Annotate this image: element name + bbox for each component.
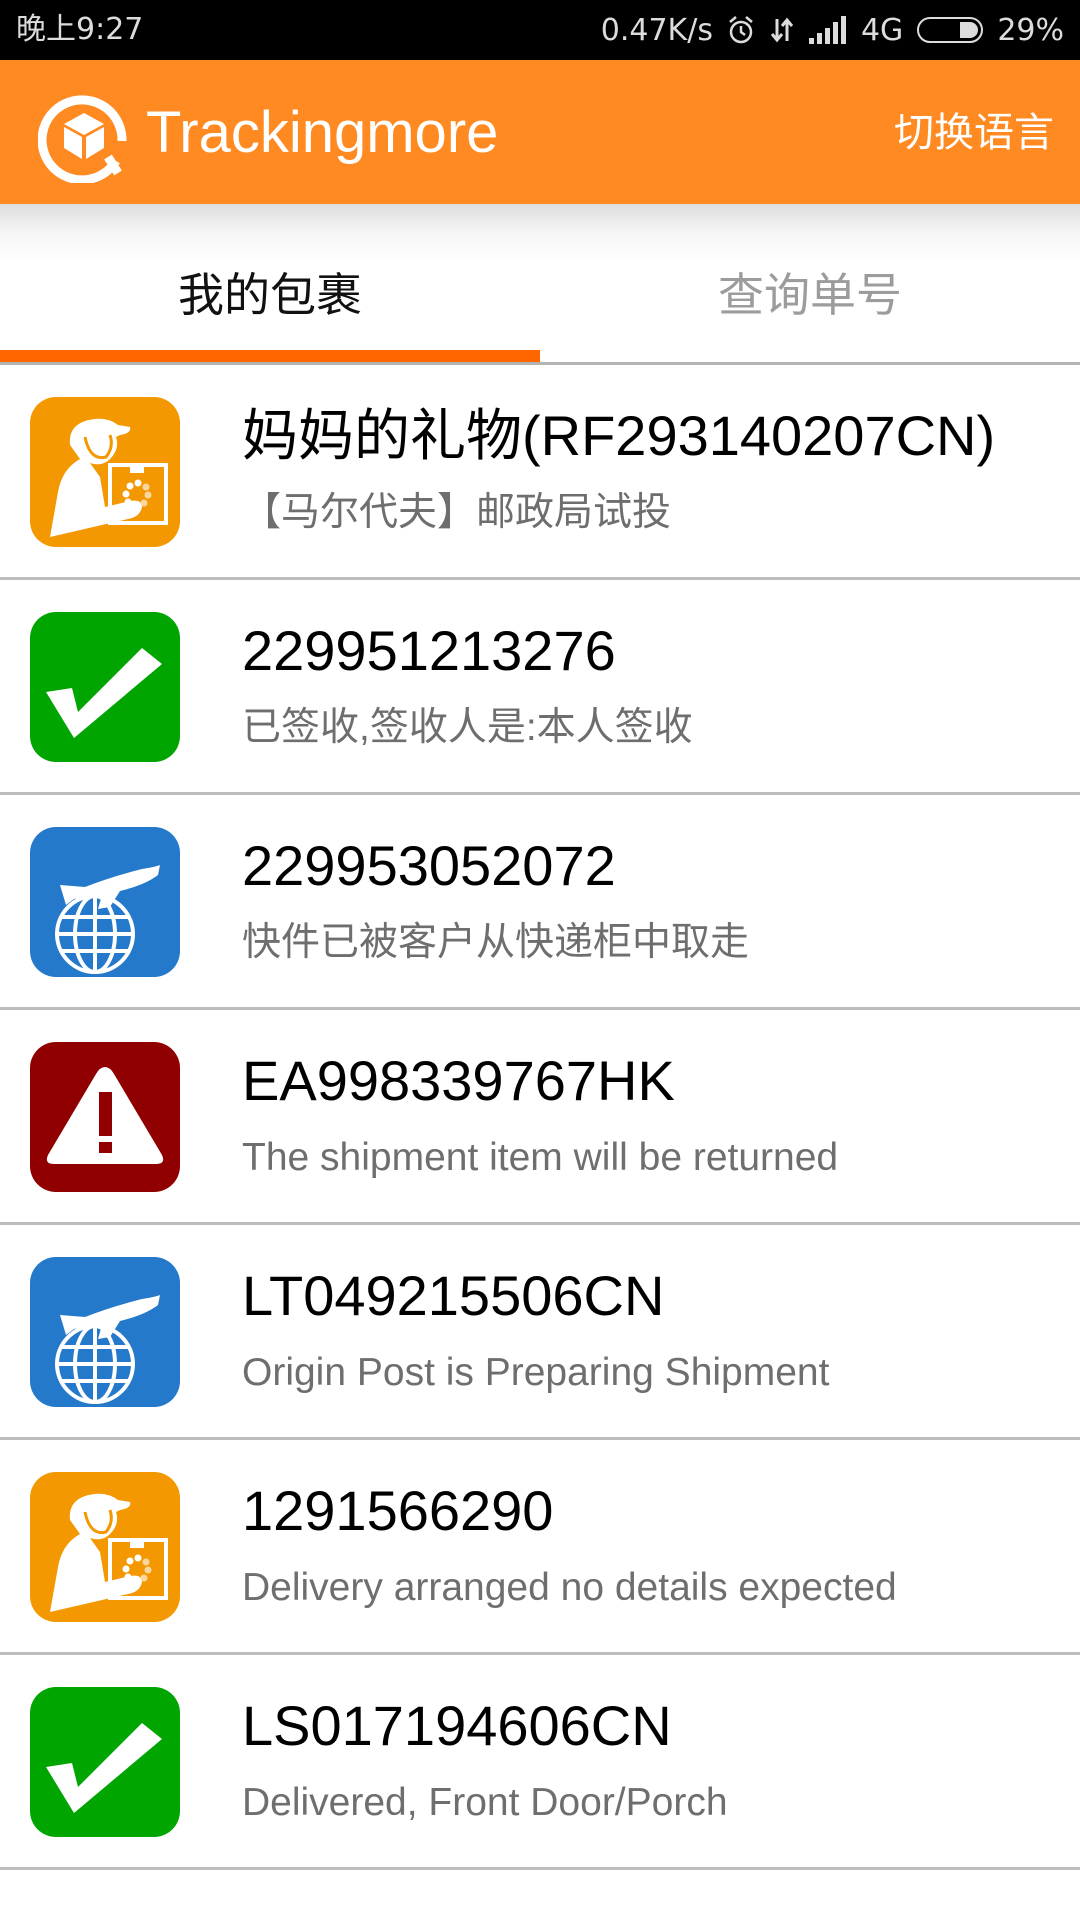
trackingmore-logo-icon <box>38 91 130 183</box>
app-title: Trackingmore <box>146 100 499 165</box>
package-status-text: Delivery arranged no details expected <box>242 1566 897 1609</box>
signal-icon <box>808 16 847 44</box>
package-status-text: Origin Post is Preparing Shipment <box>242 1351 830 1394</box>
status-bar: 晚上9:27 0.47K/s 4G 29% <box>0 0 1080 60</box>
package-title: 229951213276 <box>242 619 616 682</box>
package-title: LT049215506CN <box>242 1264 665 1327</box>
package-list-item[interactable]: LS017194606CN Delivered, Front Door/Porch <box>0 1655 1080 1870</box>
package-status-text: 【马尔代夫】邮政局试投 <box>242 491 672 534</box>
package-list-item[interactable]: 妈妈的礼物(RF293140207CN) 【马尔代夫】邮政局试投 <box>0 365 1080 580</box>
package-list-item[interactable]: 229951213276 已签收,签收人是:本人签收 <box>0 580 1080 795</box>
package-title: LS017194606CN <box>242 1694 672 1757</box>
network-type: 4G <box>860 12 904 48</box>
battery-icon <box>917 17 984 43</box>
battery-percent: 29% <box>997 12 1064 48</box>
data-transfer-icon <box>769 15 795 45</box>
courier-delivery-icon <box>30 397 180 547</box>
package-status-text: The shipment item will be returned <box>242 1136 839 1179</box>
package-list-item[interactable]: 229953052072 快件已被客户从快递柜中取走 <box>0 795 1080 1010</box>
checkmark-icon <box>30 612 180 762</box>
status-icons: 0.47K/s 4G 29% <box>601 10 1064 50</box>
tab-bar: 我的包裹 查询单号 <box>0 204 1080 365</box>
package-list-item[interactable]: 1291566290 Delivery arranged no details e… <box>0 1440 1080 1655</box>
warning-icon <box>30 1042 180 1192</box>
package-list-item[interactable]: LT049215506CN Origin Post is Preparing Sh… <box>0 1225 1080 1440</box>
battery-fill <box>960 22 979 38</box>
net-speed: 0.47K/s <box>600 12 713 48</box>
courier-delivery-icon <box>30 1472 180 1622</box>
package-status-text: 已签收,签收人是:本人签收 <box>242 706 693 749</box>
package-title: 1291566290 <box>242 1479 554 1542</box>
tab-query-number[interactable]: 查询单号 <box>540 204 1080 350</box>
switch-language-button[interactable]: 切换语言 <box>894 108 1054 158</box>
alarm-icon <box>727 15 755 45</box>
status-time: 晚上9:27 <box>16 12 144 47</box>
package-list: 妈妈的礼物(RF293140207CN) 【马尔代夫】邮政局试投 22995121… <box>0 365 1080 1870</box>
package-list-item[interactable]: EA998339767HK The shipment item will be r… <box>0 1010 1080 1225</box>
package-title: 妈妈的礼物(RF293140207CN) <box>242 404 996 467</box>
app-bar: Trackingmore 切换语言 <box>0 60 1080 204</box>
airplane-globe-icon <box>30 1257 180 1407</box>
tab-my-packages[interactable]: 我的包裹 <box>0 204 540 350</box>
package-status-text: Delivered, Front Door/Porch <box>242 1781 728 1824</box>
package-title: EA998339767HK <box>242 1049 675 1112</box>
package-title: 229953052072 <box>242 834 616 897</box>
checkmark-icon <box>30 1687 180 1837</box>
airplane-globe-icon <box>30 827 180 977</box>
package-status-text: 快件已被客户从快递柜中取走 <box>242 921 750 964</box>
active-tab-indicator <box>0 350 540 362</box>
